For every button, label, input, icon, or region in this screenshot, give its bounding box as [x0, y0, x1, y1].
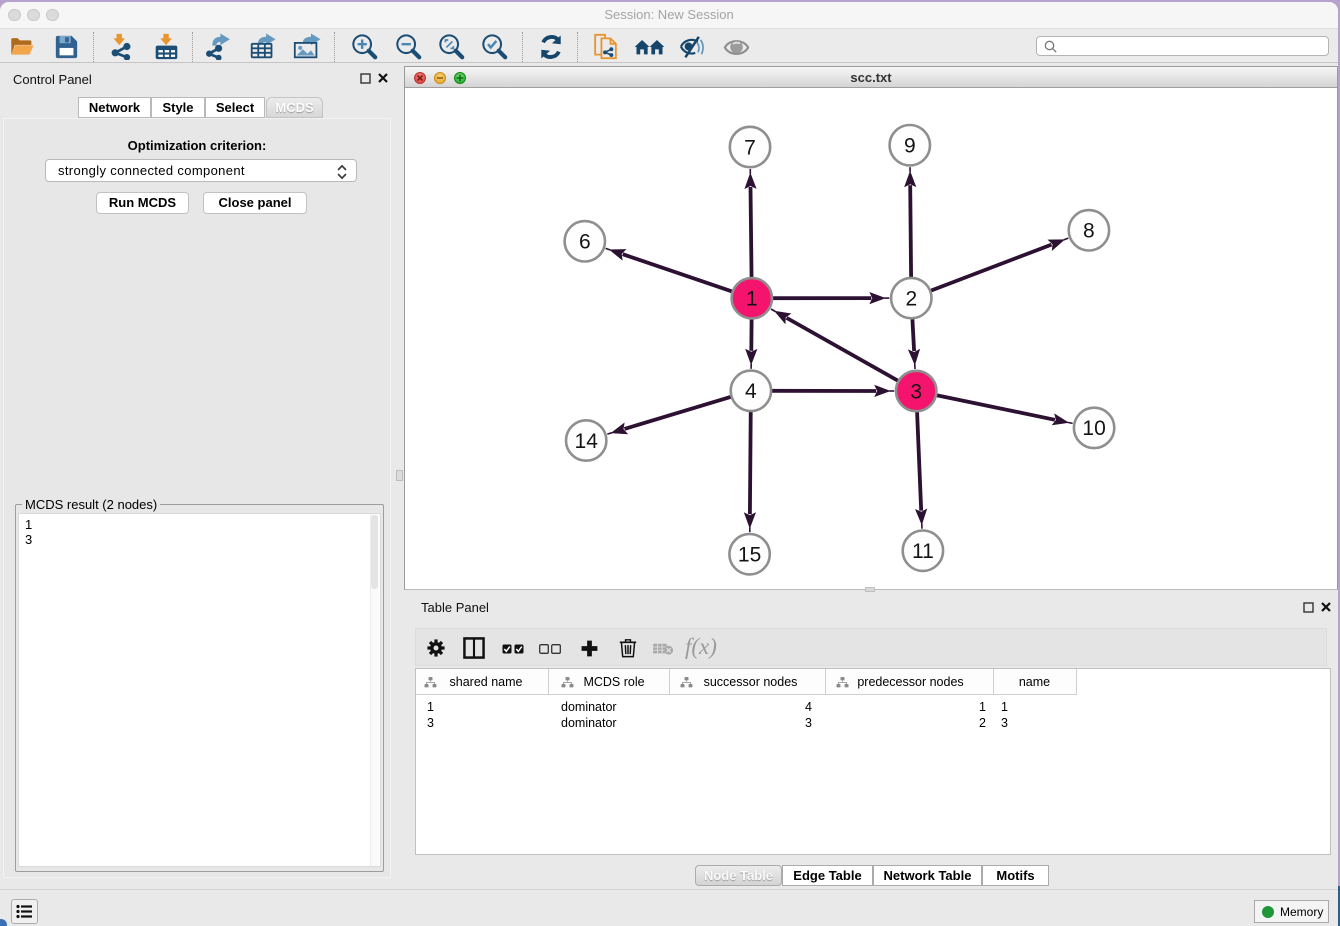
svg-text:7: 7 [744, 136, 756, 159]
svg-text:8: 8 [1083, 220, 1095, 243]
svg-text:3: 3 [910, 380, 922, 403]
svg-text:6: 6 [579, 231, 591, 254]
svg-text:2: 2 [905, 287, 917, 310]
svg-text:15: 15 [738, 544, 761, 567]
svg-text:14: 14 [575, 430, 599, 453]
svg-text:9: 9 [904, 135, 916, 158]
svg-text:11: 11 [912, 540, 934, 563]
svg-text:10: 10 [1082, 417, 1105, 440]
svg-text:4: 4 [745, 380, 757, 403]
svg-text:1: 1 [746, 288, 758, 311]
